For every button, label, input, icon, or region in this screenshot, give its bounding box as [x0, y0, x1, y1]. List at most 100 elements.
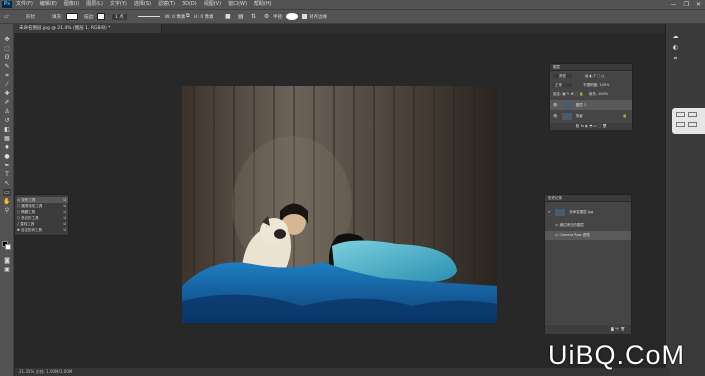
- shape-tool-icon[interactable]: ▱: [4, 13, 9, 20]
- filter-icons[interactable]: ▨ ◐ T ⬚ ◻: [585, 74, 604, 78]
- type-tool-icon[interactable]: T: [3, 171, 11, 178]
- widget-button[interactable]: [688, 122, 697, 127]
- menu-window[interactable]: 窗口(W): [228, 0, 247, 9]
- stroke-width-field[interactable]: 1 点: [112, 14, 127, 20]
- shape-mode-select[interactable]: 形状: [26, 14, 35, 20]
- gradient-tool-icon[interactable]: ▦: [3, 135, 11, 142]
- w-field[interactable]: W: 0 像素: [165, 14, 185, 20]
- layer-name[interactable]: 图层 1: [576, 103, 586, 107]
- widget-button[interactable]: [676, 122, 685, 127]
- photoshop-logo: Ps: [2, 1, 12, 8]
- flyout-item-custom-shape[interactable]: ✱ 自定形状工具 U: [17, 227, 68, 233]
- history-footer-icons[interactable]: ◙ 📷 🗑: [611, 327, 625, 331]
- properties-icon[interactable]: ⌗: [671, 55, 680, 63]
- move-tool-icon[interactable]: ✥: [3, 36, 11, 43]
- photo-illustration: [182, 86, 497, 323]
- rectangle-tool-icon[interactable]: ▭: [3, 189, 11, 196]
- visibility-eye-icon[interactable]: 👁: [553, 114, 557, 118]
- eyedropper-tool-icon[interactable]: ⁄: [3, 81, 11, 88]
- menu-help[interactable]: 帮助(H): [254, 0, 272, 9]
- quick-mask-icon[interactable]: ◙: [3, 257, 11, 264]
- quick-select-tool-icon[interactable]: ✎: [3, 63, 11, 70]
- fill-field[interactable]: 100%: [598, 92, 608, 96]
- history-step-name: 通过拷贝的图层: [559, 223, 584, 227]
- crop-tool-icon[interactable]: ⌗: [3, 72, 11, 79]
- libraries-icon[interactable]: ☁: [671, 33, 680, 41]
- history-item[interactable]: ▭ Camera Raw 滤镜: [545, 231, 631, 240]
- lock-icons[interactable]: ▦ ✎ ✥ ⬚ 🔒: [562, 92, 583, 96]
- marquee-tool-icon[interactable]: ⬚: [3, 45, 11, 52]
- path-align-icon[interactable]: ▤: [238, 13, 244, 20]
- layer-name[interactable]: 背景: [576, 114, 583, 118]
- history-panel: 历史记录 ✔ 未命名图层.jpg ▭ 通过拷贝的图层 ▭ Camera Raw …: [544, 194, 632, 334]
- history-panel-title[interactable]: 历史记录: [545, 195, 631, 202]
- menu-filter[interactable]: 滤镜(T): [158, 0, 175, 9]
- link-icon[interactable]: ⧉: [186, 13, 190, 19]
- document-image[interactable]: [182, 86, 497, 323]
- healing-tool-icon[interactable]: ✚: [3, 90, 11, 97]
- zoom-tool-icon[interactable]: ⚲: [3, 207, 11, 214]
- shape-preset-swatch[interactable]: [286, 13, 298, 20]
- blend-mode-select[interactable]: 正常: [553, 83, 572, 87]
- filter-kind-select[interactable]: 类型: [553, 74, 572, 78]
- hand-tool-icon[interactable]: ✋: [3, 198, 11, 205]
- dodge-tool-icon[interactable]: ●: [3, 153, 11, 160]
- history-item[interactable]: ▭ 通过拷贝的图层: [545, 221, 631, 230]
- menu-select[interactable]: 选择(S): [134, 0, 151, 9]
- adjustments-icon[interactable]: ◐: [671, 44, 680, 52]
- layer-footer-icons[interactable]: ⛓ fx ◐ ◓ ▭ ⬚ 🗑: [575, 124, 607, 128]
- lock-label: 锁定:: [553, 92, 562, 96]
- gear-icon[interactable]: ⚙: [264, 13, 269, 20]
- brush-tool-icon[interactable]: ✐: [3, 99, 11, 106]
- layer-thumbnail: [561, 112, 572, 120]
- stroke-type-line[interactable]: [138, 16, 160, 17]
- restore-icon[interactable]: ❐: [684, 0, 689, 9]
- layers-footer: ⛓ fx ◐ ◓ ▭ ⬚ 🗑: [550, 123, 632, 130]
- menu-image[interactable]: 图像(I): [64, 0, 79, 9]
- opacity-field[interactable]: 100%: [599, 83, 609, 87]
- stamp-tool-icon[interactable]: ♙: [3, 108, 11, 115]
- fill-label: 填充:: [52, 15, 63, 20]
- lasso-tool-icon[interactable]: ʘ: [3, 54, 11, 61]
- widget-button[interactable]: [688, 112, 697, 117]
- visibility-eye-icon[interactable]: 👁: [553, 103, 557, 107]
- layer-row[interactable]: 👁 图层 1: [550, 100, 632, 110]
- fill-label: 填充:: [588, 92, 597, 96]
- layers-panel-title[interactable]: 图层: [550, 64, 632, 71]
- menu-type[interactable]: 文字(Y): [110, 0, 127, 9]
- path-arrange-icon[interactable]: ⇅: [251, 13, 256, 20]
- close-icon[interactable]: ✕: [696, 0, 701, 9]
- history-brush-tool-icon[interactable]: ↺: [3, 117, 11, 124]
- history-step-icon: ▭: [555, 233, 559, 237]
- menu-view[interactable]: 视图(V): [204, 0, 221, 9]
- layer-row[interactable]: 👁 背景 🔒: [550, 111, 632, 121]
- side-widget[interactable]: [672, 108, 705, 134]
- blur-tool-icon[interactable]: ♦: [3, 144, 11, 151]
- screen-mode-icon[interactable]: ▣: [3, 266, 11, 273]
- checkmark-icon: ✔: [548, 210, 551, 214]
- menu-edit[interactable]: 编辑(E): [40, 0, 57, 9]
- shape-tools-flyout: ▭ 矩形工具 U ▢ 圆角矩形工具 U ○ 椭圆工具 U ⬡ 多边形工具 U ╱ 直线工…: [14, 194, 69, 236]
- widget-button[interactable]: [676, 112, 685, 117]
- options-bar: ▱ 形状 填充: 描边: 1 点 W: 0 像素 ⧉ H: 0 像素 ■ ▤ ⇅…: [0, 9, 705, 24]
- document-tab[interactable]: 未命名图层.jpg @ 21.4% (图层 1, RGB/8) *: [14, 24, 162, 33]
- menu-layer[interactable]: 图层(L): [86, 0, 103, 9]
- path-select-tool-icon[interactable]: ↖: [3, 180, 11, 187]
- history-snapshot[interactable]: ✔ 未命名图层.jpg: [545, 207, 631, 217]
- stroke-swatch[interactable]: [97, 13, 105, 20]
- lock-icon: 🔒: [622, 114, 627, 118]
- pen-tool-icon[interactable]: ✒: [3, 162, 11, 169]
- fill-swatch[interactable]: [66, 13, 78, 20]
- window-controls: — ❐ ✕: [671, 0, 701, 9]
- path-ops-icon[interactable]: ■: [225, 13, 231, 20]
- align-edges-checkbox[interactable]: [302, 14, 307, 19]
- layer-thumbnail: [561, 101, 572, 109]
- collapsed-panels-strip: ☁ ◐ ⌗: [665, 24, 705, 376]
- menu-file[interactable]: 文件(F): [16, 0, 33, 9]
- background-color-swatch[interactable]: [5, 244, 11, 250]
- eraser-tool-icon[interactable]: ◧: [3, 126, 11, 133]
- menu-3d[interactable]: 3D(D): [182, 0, 197, 9]
- h-field[interactable]: H: 0 像素: [194, 14, 214, 20]
- radius-label: 半径:: [273, 15, 284, 20]
- minimize-icon[interactable]: —: [671, 0, 677, 9]
